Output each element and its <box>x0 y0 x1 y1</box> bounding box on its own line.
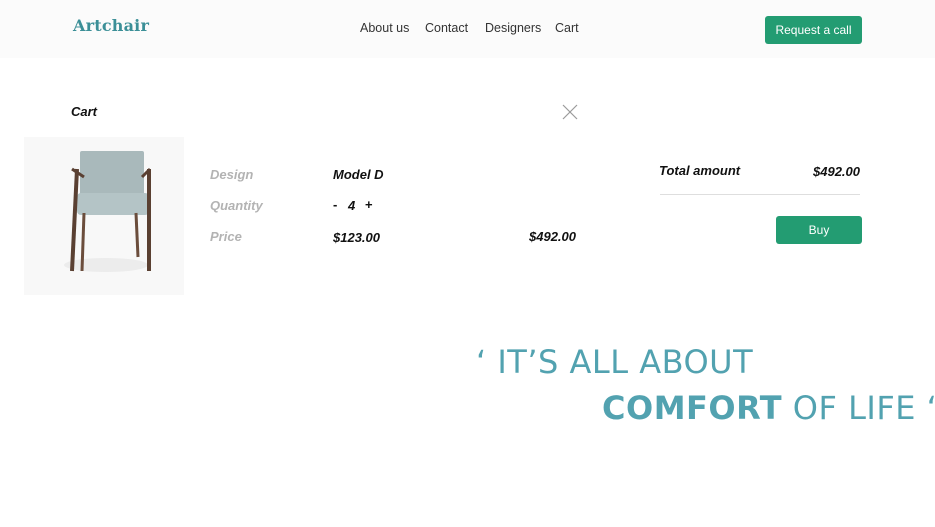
close-icon[interactable] <box>562 104 578 120</box>
design-label: Design <box>210 167 254 182</box>
quantity-increase-button[interactable]: + <box>365 197 373 212</box>
quote-line-1: ‘ IT’S ALL ABOUT <box>476 343 754 381</box>
product-image <box>24 137 184 295</box>
nav-contact[interactable]: Contact <box>425 21 468 35</box>
buy-button[interactable]: Buy <box>776 216 862 244</box>
site-header: Artchair About us Contact Designers Cart… <box>0 0 935 58</box>
quantity-decrease-button[interactable]: - <box>333 197 337 212</box>
quantity-value: 4 <box>348 198 356 213</box>
nav-about-us[interactable]: About us <box>360 21 409 35</box>
design-value: Model D <box>333 167 384 182</box>
price-label: Price <box>210 229 242 244</box>
quote-bold-word: COMFORT <box>602 389 783 427</box>
total-amount-value: $492.00 <box>813 164 860 179</box>
cart-title: Cart <box>71 104 98 119</box>
quantity-label: Quantity <box>210 198 263 213</box>
logo[interactable]: Artchair <box>73 16 149 35</box>
nav-designers[interactable]: Designers <box>485 21 541 35</box>
nav-cart[interactable]: Cart <box>555 21 579 35</box>
request-call-button[interactable]: Request a call <box>765 16 862 44</box>
price-value: $123.00 <box>333 230 380 245</box>
line-total: $492.00 <box>529 229 576 244</box>
quote-line-2: COMFORT OF LIFE ‘ <box>602 389 935 427</box>
total-amount-label: Total amount <box>659 163 741 178</box>
total-divider <box>660 194 860 195</box>
quote-line-2-rest: OF LIFE ‘ <box>782 389 935 427</box>
